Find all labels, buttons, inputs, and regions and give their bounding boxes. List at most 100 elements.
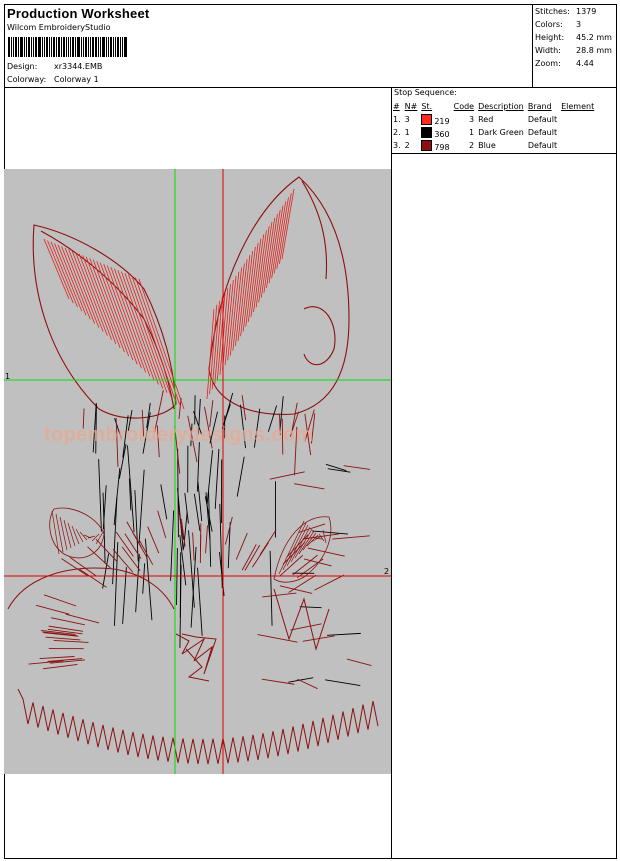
stitch [45,636,81,641]
stitch [257,634,298,643]
stop-sequence-table: # N# St. Code Description Brand Element … [392,100,597,152]
design-barcode [8,37,128,57]
stitch [237,259,248,342]
software-name: Wilcom EmbroideryStudio [7,23,111,32]
stitch [269,471,305,480]
cheek-fill [49,507,332,583]
barcode-bar [25,37,27,57]
stitch [288,677,314,683]
stitch [57,244,87,316]
stitch [42,663,78,670]
stat-height: Height: 45.2 mm [535,33,612,42]
barcode-bar [23,37,25,57]
ears-outline [32,176,350,419]
guide-label-1: 1 [5,372,11,381]
barcode-bar [66,37,68,57]
barcode-bar [70,37,72,57]
watermark: topembroiderydesigns.com [44,424,314,446]
body-divider [391,87,392,859]
guide-label-2: 2 [384,567,390,576]
barcode-bar [52,37,55,57]
stitch [190,546,197,628]
stop-sequence-divider [391,153,617,154]
colorway-row: Colorway: Colorway 1 [7,75,99,84]
barcode-bar [90,37,92,57]
barcode-bar [75,37,77,57]
stitch [59,516,68,551]
design-label: Design: [7,62,38,71]
barcode-bar [34,37,37,57]
stitch [229,271,240,356]
color-swatch [421,126,433,138]
stitch [126,521,142,548]
stitch [115,531,134,557]
header-divider [4,87,617,88]
stitch [135,553,140,613]
stitch [245,246,256,327]
stitch [346,658,372,666]
stat-zoom: Zoom: 4.44 [535,59,594,68]
stitch [290,623,322,631]
stitch [61,246,91,320]
stitch [67,522,76,547]
barcode-bar [113,37,114,57]
barcode-bar [27,37,30,57]
barcode-bar [57,37,61,57]
stitch [298,523,326,533]
stitch [293,483,325,490]
stitch [192,532,195,561]
stitch [87,546,111,569]
stitch [279,585,313,594]
design-filename: xr3344.EMB [54,62,103,71]
barcode-bar [83,37,85,57]
barcode-bar [30,37,32,57]
stitch [235,532,248,560]
stitch [332,535,370,540]
stitch [170,510,175,581]
stitch [39,656,75,660]
stitch [147,526,160,554]
stitch [241,544,257,571]
barcode-bar [123,37,127,57]
stitch [178,397,182,419]
stop-sequence-header: # N# St. Code Description Brand Element [392,100,597,113]
barcode-bar [116,37,119,57]
col-brand: Brand [527,101,552,111]
stitch [63,519,72,549]
stitch [48,625,84,632]
stitch [91,533,100,542]
stitch [75,528,84,543]
barcode-bar [85,37,88,57]
stitch [128,274,172,397]
design-stats: Stitches: 1379 Colors: 3 Height: 45.2 mm Wi… [535,5,612,70]
barcode-bar [50,37,52,57]
barcode-bar [88,37,90,57]
stitch [227,275,237,361]
stitch [205,525,208,554]
stitch [297,678,318,690]
stitch [269,550,273,626]
stitch [50,617,85,626]
col-needle: N# [404,101,418,111]
barcode-bar [48,37,50,57]
stitch [240,255,251,337]
stitch [157,510,167,539]
stitch [160,484,168,520]
barcode-bar [121,37,123,57]
stitch [247,242,259,322]
col-element: Element [561,101,595,111]
barcode-bar [14,37,17,57]
table-row: 2. 1 360 1 Dark Green Default [393,126,558,139]
stop-sequence-title: Stop Sequence: [394,88,457,97]
stitch [98,459,102,532]
stat-width: Width: 28.8 mm [535,46,612,55]
barcode-bar [68,37,70,57]
stitch [183,511,188,549]
barcode-bar [8,37,10,57]
stitch [71,525,80,545]
embroidery-artwork [4,169,391,774]
barcode-bar [43,37,45,57]
nose [175,633,217,682]
color-swatch [421,113,433,125]
stitch [232,267,242,351]
